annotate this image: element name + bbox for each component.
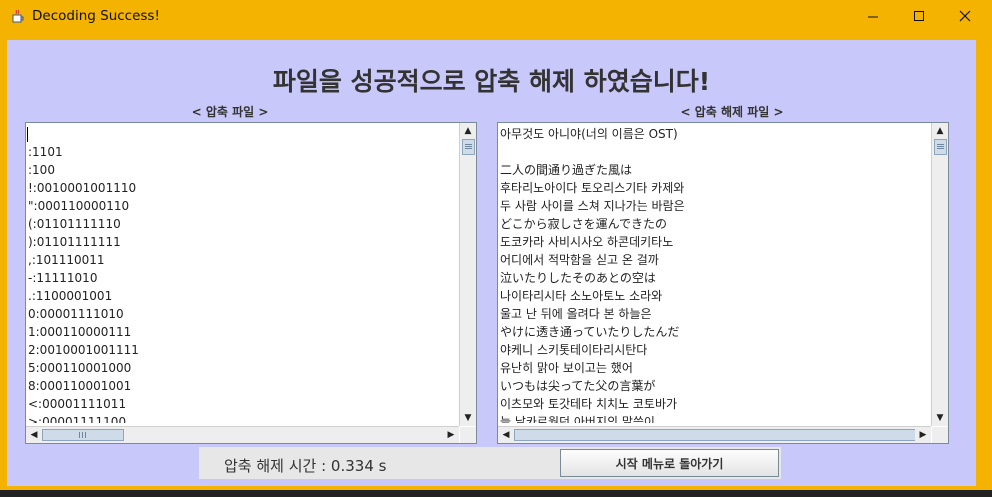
title-bar[interactable]: Decoding Success! [0, 0, 992, 34]
minimize-button[interactable] [850, 0, 896, 33]
compressed-text-area[interactable]: :1101 :100 !:0010001001110 ":000110000110 (:… [27, 125, 457, 423]
decompression-time: 압축 해제 시간 : 0.334 s [224, 457, 387, 475]
decompressed-text-area[interactable]: 아무것도 아니야(너의 이름은 OST) 二人の間通り過ぎた風は 후타리노아이다 토… [499, 125, 929, 423]
scroll-right-icon[interactable]: ▶ [443, 427, 459, 443]
text-line: 二人の間通り過ぎた風は [500, 163, 633, 177]
text-line: 아무것도 아니야(너의 이름은 OST) [500, 127, 678, 141]
maximize-icon [914, 11, 924, 21]
compressed-file-pane[interactable]: :1101 :100 !:0010001001110 ":000110000110 (:… [25, 122, 477, 444]
scroll-left-icon[interactable]: ◀ [26, 427, 42, 443]
text-line: 나이타리시타 소노아토노 소라와 [500, 289, 663, 303]
text-line: ):01101111111 [28, 235, 121, 249]
maximize-button[interactable] [896, 0, 942, 33]
text-line: (:01101111110 [28, 217, 121, 231]
scroll-down-icon[interactable]: ▼ [460, 410, 476, 426]
text-line: 후타리노아이다 토오리스기타 카제와 [500, 181, 685, 195]
horizontal-scrollbar[interactable]: ◀ ▶ [26, 426, 459, 443]
text-line: 0:00001111010 [28, 307, 124, 321]
vertical-scrollbar[interactable]: ▲ ▼ [931, 123, 948, 426]
text-line: ,:101110011 [28, 253, 105, 267]
text-line: :1101 [28, 145, 63, 159]
scroll-thumb[interactable] [462, 139, 475, 155]
decompressed-file-label: < 압축 해제 파일 > [680, 105, 784, 119]
text-line [499, 143, 929, 161]
text-line: ":000110000110 [28, 199, 130, 213]
window-title: Decoding Success! [32, 8, 160, 24]
text-line: :100 [28, 163, 55, 177]
minimize-icon [868, 16, 878, 18]
scroll-left-icon[interactable]: ◀ [498, 427, 514, 443]
text-line: いつもは尖ってた父の言葉が [500, 379, 656, 393]
text-line: 5:000110001000 [28, 361, 132, 375]
text-line: 유난히 맑아 보이고는 했어 [500, 361, 633, 375]
text-line: !:0010001001110 [28, 181, 137, 195]
scroll-up-icon[interactable]: ▲ [460, 123, 476, 139]
content-panel: 파일을 성공적으로 압축 해제 하였습니다! < 압축 파일 > < 압축 해제… [7, 40, 976, 486]
text-line: .:1100001001 [28, 289, 113, 303]
text-line: 8:000110001001 [28, 379, 132, 393]
text-caret [27, 127, 28, 142]
close-icon [959, 10, 971, 22]
footer-bar: 압축 해제 시간 : 0.334 s 시작 메뉴로 돌아가기 [199, 447, 781, 479]
text-line: 1:000110000111 [28, 325, 132, 339]
compressed-file-label: < 압축 파일 > [191, 105, 269, 119]
scroll-right-icon[interactable]: ▶ [915, 427, 931, 443]
text-line: 泣いたりしたそのあとの空は [500, 271, 656, 285]
text-line: >:00001111100 [28, 415, 127, 423]
scroll-thumb[interactable] [514, 429, 916, 441]
vertical-scrollbar[interactable]: ▲ ▼ [459, 123, 476, 426]
text-line: 야케니 스키톳테이타리시탄다 [500, 343, 648, 357]
scroll-up-icon[interactable]: ▲ [932, 123, 948, 139]
text-line: やけに透き通っていたりしたんだ [500, 325, 680, 339]
app-window: Decoding Success! 파일을 성공적으로 압축 해제 하였습니다!… [0, 0, 992, 490]
text-line: <:00001111011 [28, 397, 127, 411]
scroll-thumb[interactable] [42, 429, 124, 441]
text-line: 2:0010001001111 [28, 343, 139, 357]
page-title: 파일을 성공적으로 압축 해제 하였습니다! [272, 67, 711, 96]
scroll-thumb[interactable] [934, 139, 947, 155]
taskbar-strip [0, 490, 992, 497]
close-button[interactable] [942, 0, 988, 33]
text-line: 어디에서 적막함을 싣고 온 걸까 [500, 253, 659, 267]
text-line: 울고 난 뒤에 올려다 본 하늘은 [500, 307, 652, 321]
text-line: 도코카라 사비시사오 하콘데키타노 [500, 235, 674, 249]
back-to-start-menu-button[interactable]: 시작 메뉴로 돌아가기 [560, 449, 779, 477]
java-cup-icon [11, 9, 26, 24]
text-line: 이츠모와 토갓테타 치치노 코토바가 [500, 397, 678, 411]
horizontal-scrollbar[interactable]: ◀ ▶ [498, 426, 931, 443]
text-line: 늘 날카로웠던 아버지의 말씀이 [500, 415, 655, 423]
decompressed-file-pane[interactable]: 아무것도 아니야(너의 이름은 OST) 二人の間通り過ぎた風は 후타리노아이다 토… [497, 122, 949, 444]
scroll-down-icon[interactable]: ▼ [932, 410, 948, 426]
text-line: どこから寂しさを運んできたの [500, 217, 668, 231]
text-line: 두 사람 사이를 스쳐 지나가는 바람은 [500, 199, 685, 213]
text-line: -:11111010 [28, 271, 98, 285]
